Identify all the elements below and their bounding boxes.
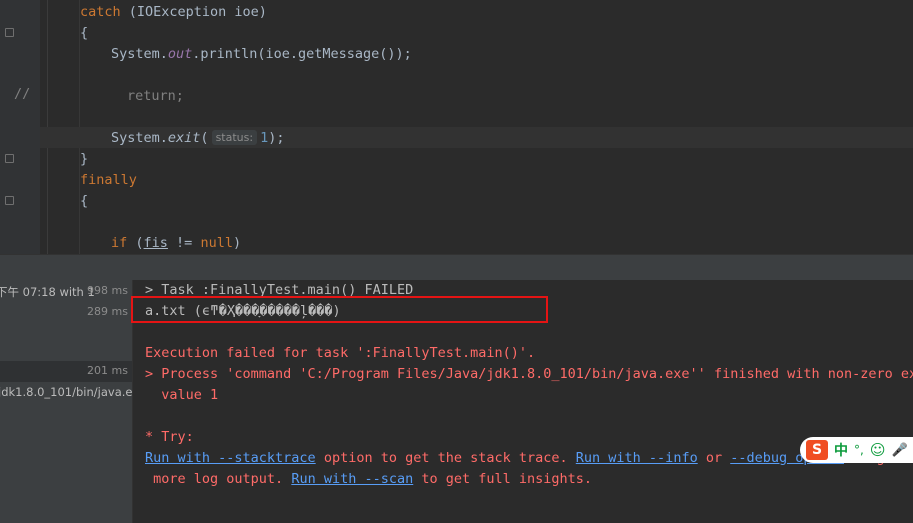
code-line[interactable]: finally	[40, 169, 913, 190]
code-text: (	[200, 130, 209, 146]
code-text: )	[232, 235, 242, 251]
method-name: exit	[167, 130, 201, 146]
keyword: null	[200, 235, 233, 251]
code-line[interactable]: return;	[40, 85, 913, 106]
emoji-icon[interactable]: ☺	[870, 441, 886, 459]
editor-gutter: //	[0, 0, 40, 254]
highlight-annotation-box	[131, 296, 548, 323]
console-line: * Try:	[145, 429, 194, 445]
run-tree-label: jdk1.8.0_101/bin/java.exe	[0, 385, 133, 399]
info-link[interactable]: Run with --info	[576, 450, 698, 466]
code-text: (	[127, 235, 144, 251]
code-text: {	[80, 25, 89, 41]
code-line[interactable]: {	[40, 190, 913, 211]
keyword: finally	[80, 172, 137, 188]
console-line: Execution failed for task ':FinallyTest.…	[145, 345, 536, 361]
code-text: System.	[111, 46, 168, 62]
static-field: out	[167, 46, 193, 62]
console-text: option to get the stack trace.	[315, 450, 576, 466]
console-line: value 1	[145, 387, 219, 403]
keyword: catch	[80, 4, 121, 20]
microphone-icon[interactable]: 🎤	[891, 443, 907, 458]
code-editor[interactable]: // catch (IOException ioe) { System.out.…	[0, 0, 913, 254]
line-comment-marker: //	[14, 86, 31, 102]
code-line[interactable]: System.out.println(ioe.getMessage());	[40, 43, 913, 64]
code-text: );	[268, 130, 285, 146]
fold-marker-icon[interactable]	[5, 28, 14, 37]
code-text: .println(ioe.getMessage());	[192, 46, 412, 62]
code-line[interactable]: }	[40, 148, 913, 169]
code-text: {	[80, 193, 89, 209]
code-text: !=	[167, 235, 201, 251]
commented-code: return;	[127, 88, 184, 104]
number-literal: 1	[260, 130, 269, 146]
code-line[interactable]: if (fis != null)	[40, 232, 913, 253]
code-line[interactable]: {	[40, 22, 913, 43]
fold-marker-icon[interactable]	[5, 196, 14, 205]
code-text: }	[80, 151, 89, 167]
console-text: more log output.	[145, 471, 292, 487]
variable: fis	[143, 235, 168, 251]
run-duration: 998 ms	[87, 284, 128, 297]
run-tree-item-selected[interactable]: 201 ms	[0, 361, 132, 382]
ime-toolbar[interactable]: S 中 °, ☺ 🎤	[800, 437, 913, 463]
parameter-hint: status:	[211, 130, 258, 145]
fold-marker-icon[interactable]	[5, 154, 14, 163]
run-duration: 201 ms	[87, 364, 128, 377]
ime-punctuation-icon[interactable]: °,	[854, 443, 864, 457]
run-tree-item[interactable]: 下午 07:18 with 1 998 ms	[0, 281, 132, 302]
console-line: Run with --stacktrace option to get the …	[145, 448, 901, 468]
run-tree-item[interactable]: 289 ms	[0, 302, 132, 323]
code-text: (IOException ioe)	[120, 4, 267, 20]
code-line-current[interactable]: System.exit(status: 1);	[40, 127, 913, 148]
code-line[interactable]: catch (IOException ioe)	[40, 1, 913, 22]
ime-language-toggle[interactable]: 中	[834, 440, 848, 460]
run-tree-label: 下午 07:18 with 1	[0, 285, 95, 299]
scan-link[interactable]: Run with --scan	[291, 471, 413, 487]
sogou-logo-icon[interactable]: S	[806, 440, 828, 460]
panel-divider[interactable]	[0, 254, 913, 281]
console-text: to get full insights.	[413, 471, 593, 487]
console-line: > Process 'command 'C:/Program Files/Jav…	[145, 366, 913, 382]
run-tree-item[interactable]: jdk1.8.0_101/bin/java.exe	[0, 382, 132, 403]
code-text: System.	[111, 130, 168, 146]
run-tree-panel: 下午 07:18 with 1 998 ms 289 ms 201 ms jdk…	[0, 280, 133, 523]
console-line: more log output. Run with --scan to get …	[145, 469, 592, 489]
console-text: or	[697, 450, 731, 466]
keyword: if	[111, 235, 128, 251]
run-duration: 289 ms	[87, 305, 128, 318]
stacktrace-link[interactable]: Run with --stacktrace	[145, 450, 316, 466]
